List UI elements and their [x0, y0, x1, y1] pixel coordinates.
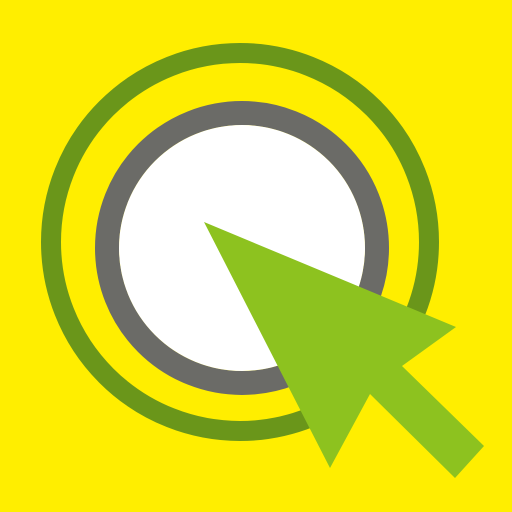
click-target-cursor-icon: [0, 0, 512, 512]
app-icon: [0, 0, 512, 512]
